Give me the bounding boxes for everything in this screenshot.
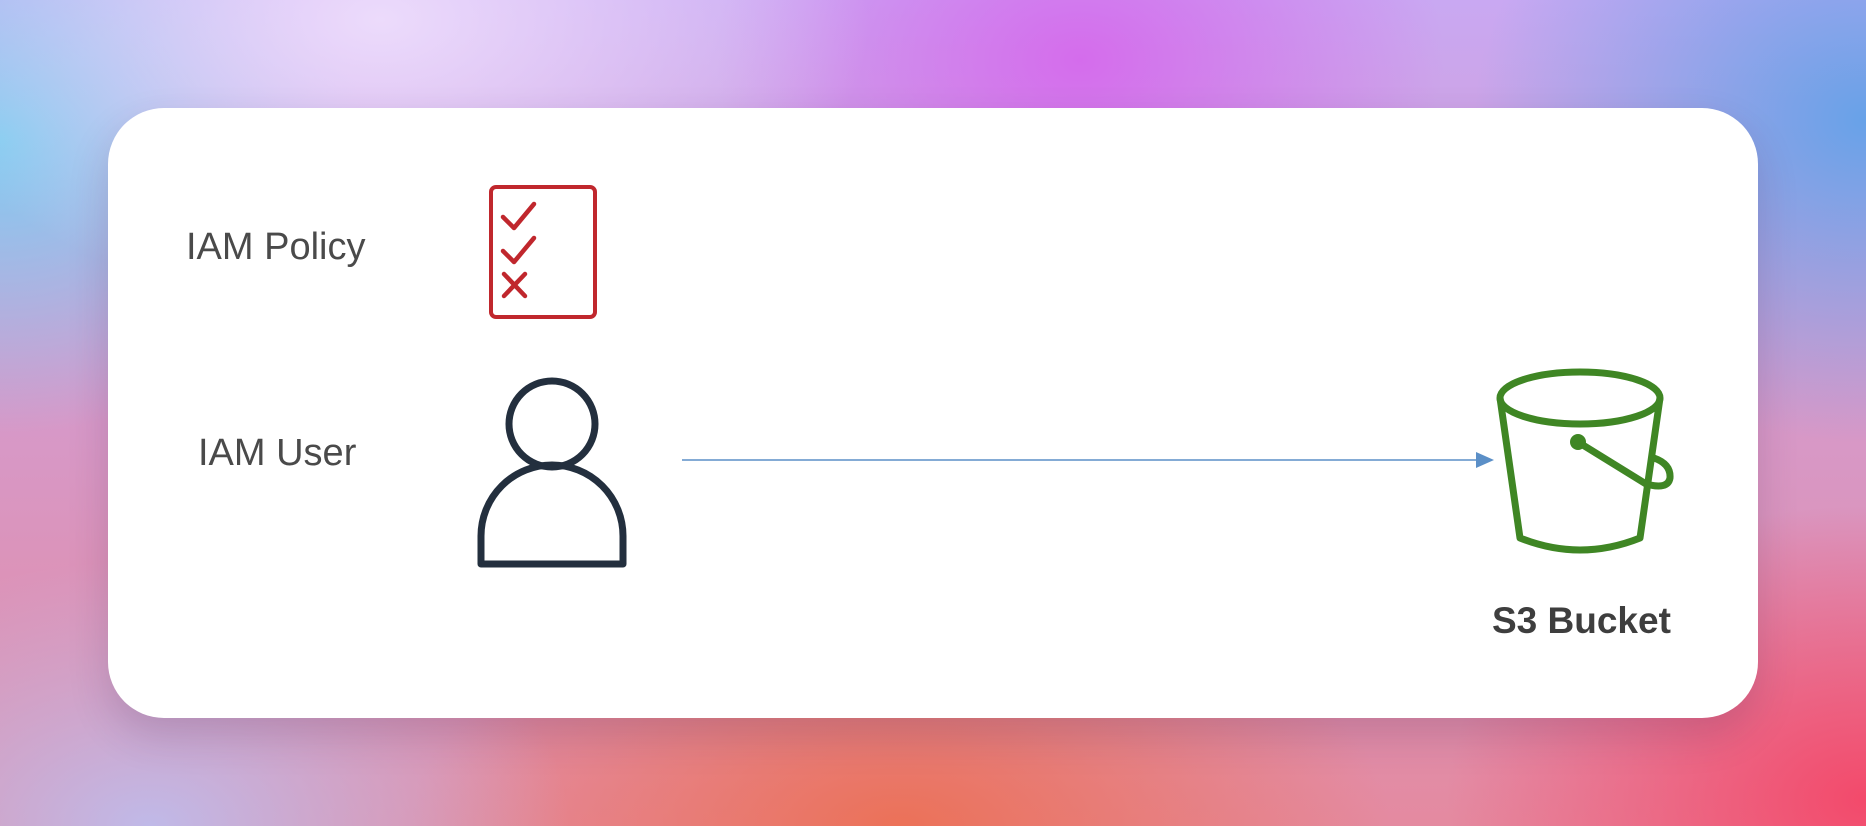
diagram-card: IAM Policy IAM User S3 Bucket xyxy=(108,108,1758,718)
user-to-bucket-arrow xyxy=(682,448,1494,477)
iam-policy-label: IAM Policy xyxy=(186,226,366,268)
iam-user-label: IAM User xyxy=(198,432,357,474)
bucket-icon xyxy=(1496,364,1706,569)
s3-bucket-label: S3 Bucket xyxy=(1492,600,1671,641)
user-icon xyxy=(448,368,648,573)
policy-checklist-icon xyxy=(488,184,598,325)
